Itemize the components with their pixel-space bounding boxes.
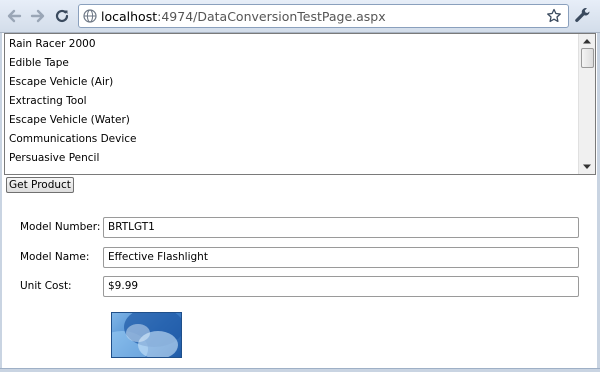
window-bottom-edge — [0, 368, 600, 372]
unit-cost-field[interactable]: $9.99 — [103, 276, 579, 297]
list-item[interactable]: Communications Device — [5, 130, 578, 149]
list-item[interactable]: Escape Vehicle (Water) — [5, 111, 578, 130]
bookmark-star-icon[interactable] — [546, 8, 562, 24]
listbox-scrollbar[interactable] — [578, 34, 595, 174]
product-image — [111, 312, 182, 358]
model-name-field[interactable]: Effective Flashlight — [103, 247, 579, 268]
list-item[interactable]: Edible Tape — [5, 54, 578, 73]
back-arrow-icon — [7, 9, 22, 23]
products-listbox[interactable]: Rain Racer 2000 Edible Tape Escape Vehic… — [4, 33, 596, 175]
list-item[interactable]: Rain Racer 2000 — [5, 35, 578, 54]
unit-cost-label: Unit Cost: — [20, 280, 72, 292]
window-left-edge — [0, 33, 2, 369]
wrench-icon[interactable] — [574, 7, 592, 25]
url-text: localhost:4974/DataConversionTestPage.as… — [101, 9, 386, 24]
model-number-label: Model Number: — [20, 221, 101, 233]
reload-button[interactable] — [52, 6, 72, 26]
model-name-label: Model Name: — [20, 251, 90, 263]
forward-arrow-icon — [30, 9, 45, 23]
scroll-up-arrow-icon — [583, 39, 591, 44]
scroll-thumb[interactable] — [581, 48, 594, 68]
url-host: localhost — [101, 9, 158, 24]
forward-button[interactable] — [28, 6, 48, 26]
reload-icon — [55, 9, 69, 23]
products-list: Rain Racer 2000 Edible Tape Escape Vehic… — [5, 34, 578, 168]
scroll-down-arrow-icon — [583, 164, 591, 169]
scroll-down-button[interactable] — [579, 160, 595, 174]
list-item[interactable]: Escape Vehicle (Air) — [5, 73, 578, 92]
scroll-up-button[interactable] — [579, 34, 595, 48]
list-item[interactable]: Persuasive Pencil — [5, 149, 578, 168]
list-item[interactable]: Extracting Tool — [5, 92, 578, 111]
model-number-field[interactable]: BRTLGT1 — [103, 217, 579, 238]
browser-toolbar: localhost:4974/DataConversionTestPage.as… — [0, 0, 600, 33]
url-path: :4974/DataConversionTestPage.aspx — [157, 9, 386, 24]
get-product-button[interactable]: Get Product — [6, 177, 74, 193]
flashlight-image — [112, 313, 181, 357]
address-bar[interactable]: localhost:4974/DataConversionTestPage.as… — [78, 4, 569, 28]
page-info-icon[interactable] — [83, 9, 97, 23]
back-button[interactable] — [4, 6, 24, 26]
